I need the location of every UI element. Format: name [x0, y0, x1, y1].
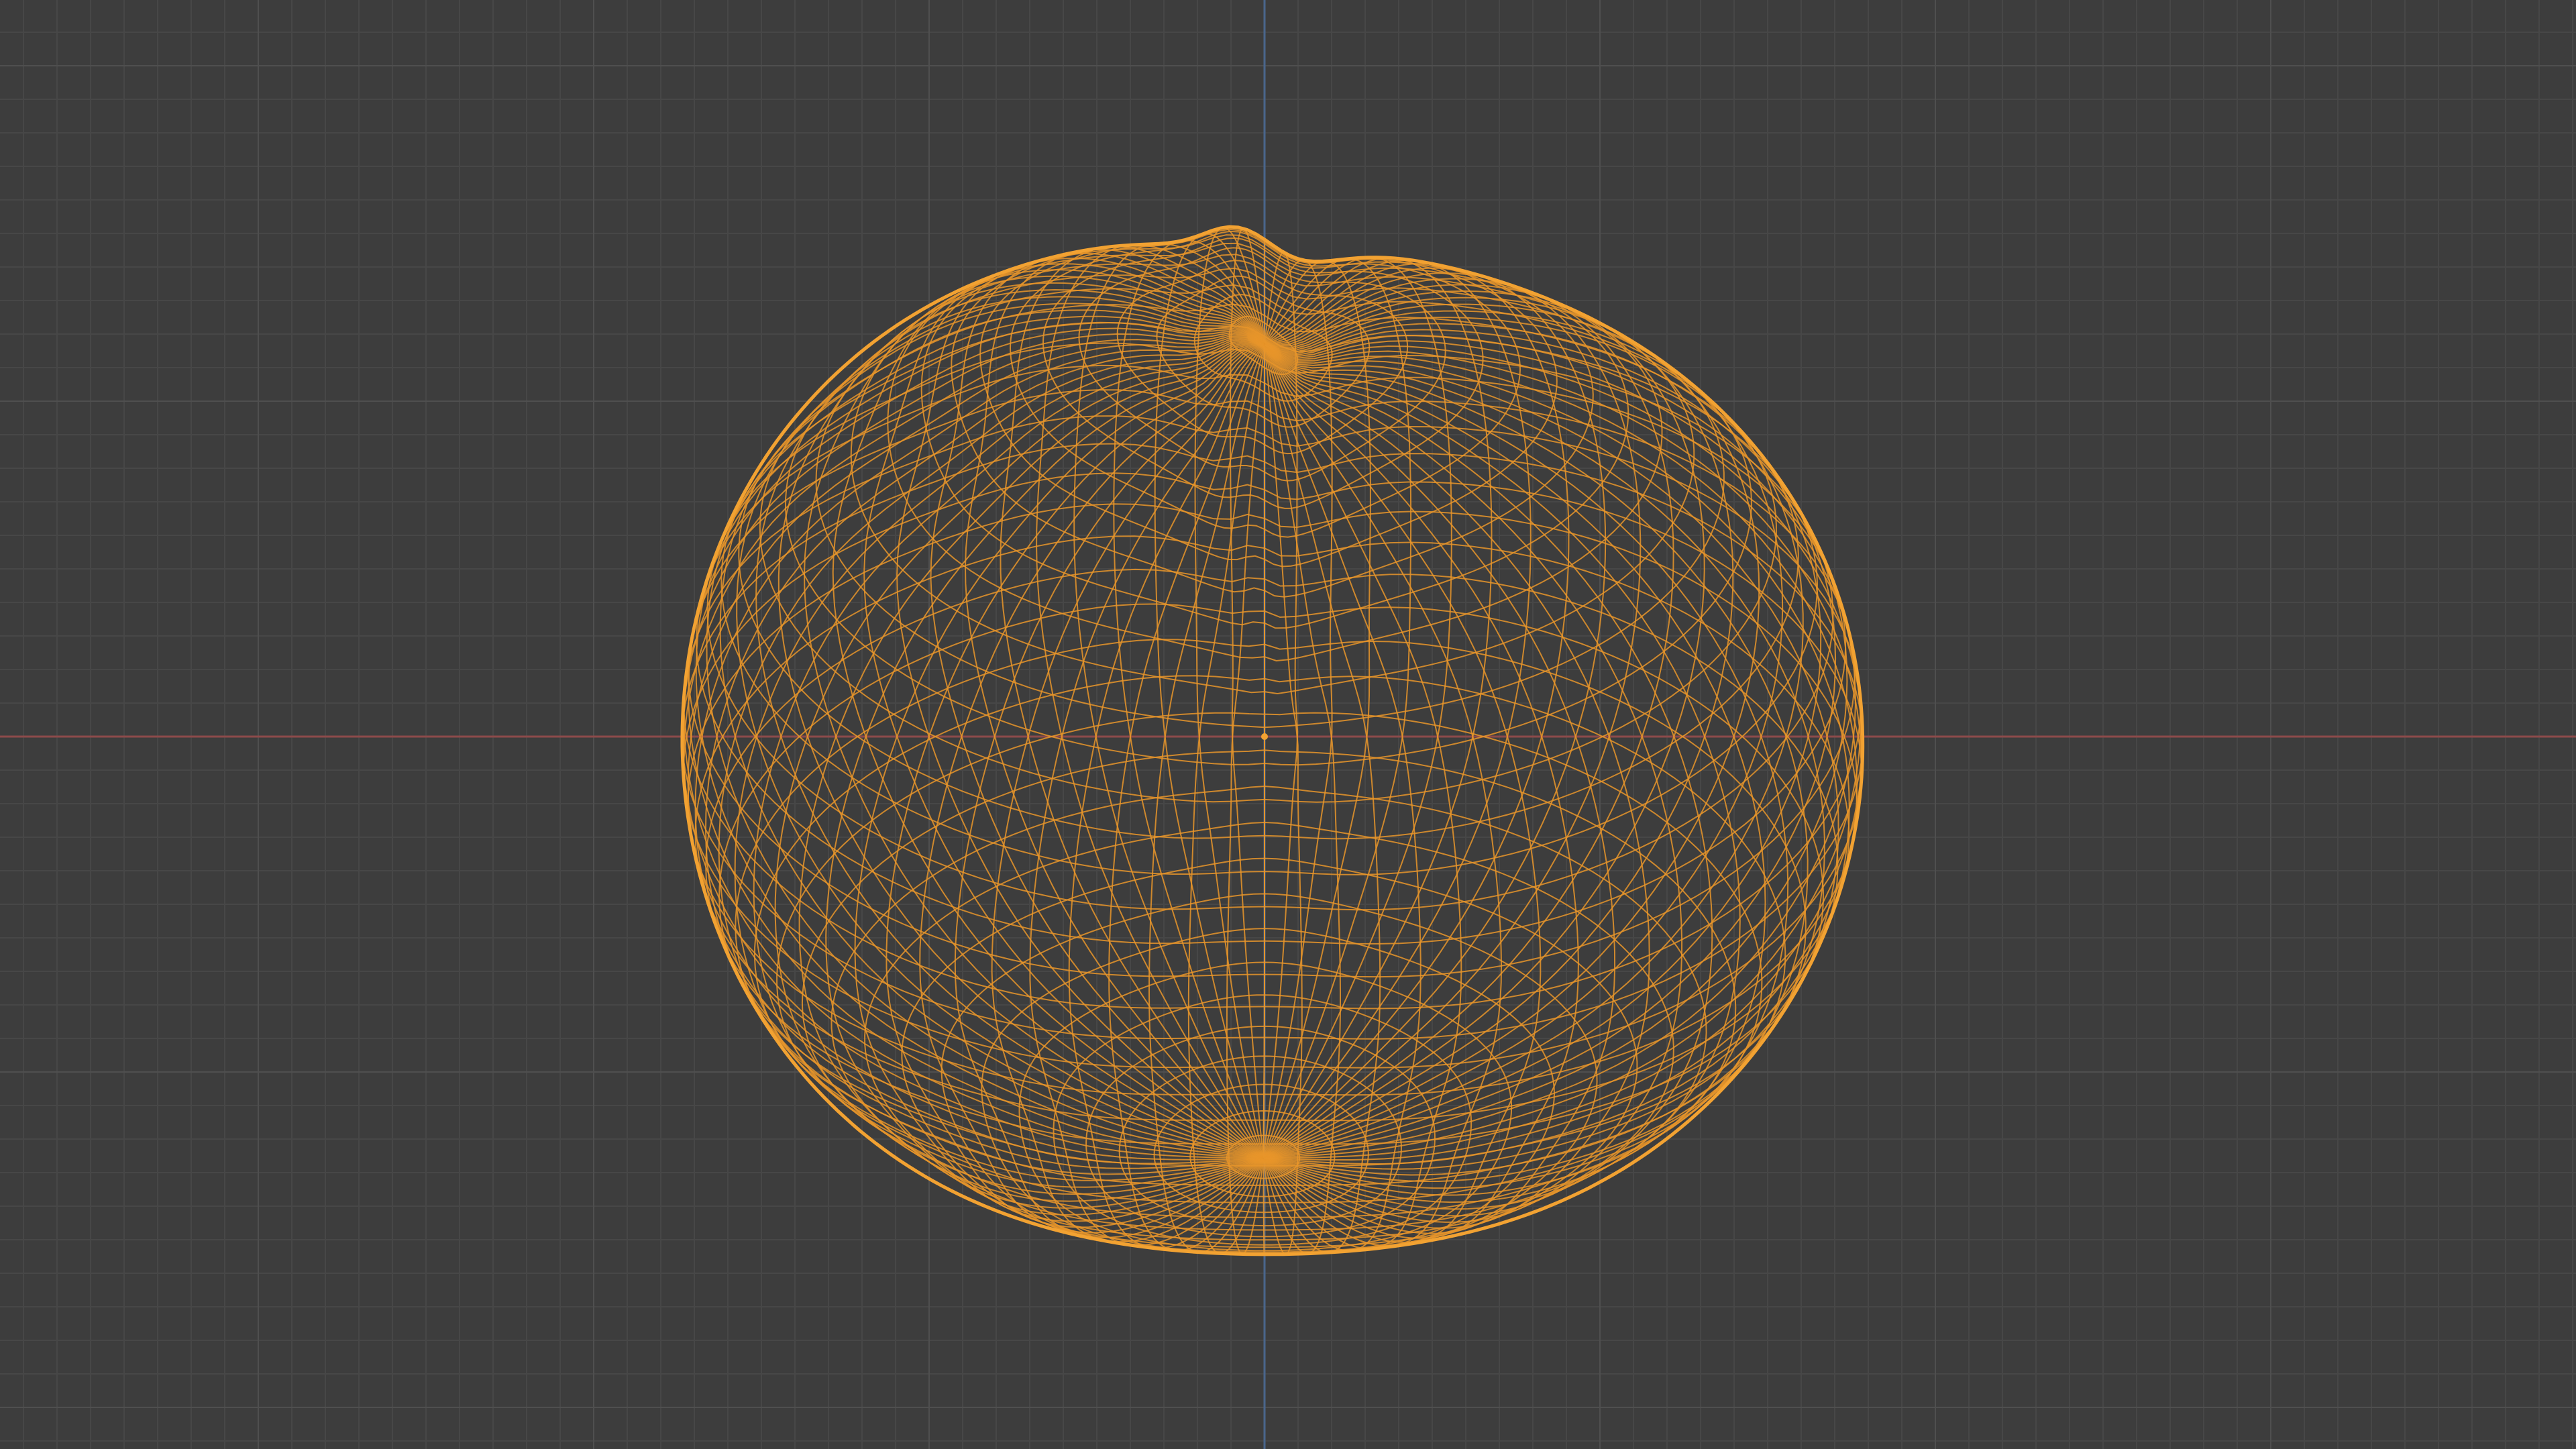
- selected-mesh-object[interactable]: [680, 225, 1865, 1256]
- wire-longitude-meridian: [753, 341, 1265, 1195]
- wire-latitude-ring: [720, 322, 1819, 875]
- wire-latitude-ring: [696, 364, 1847, 945]
- wire-longitude-meridian: [1263, 260, 1371, 1159]
- wire-longitude-meridian: [1000, 246, 1265, 1159]
- 3d-viewport[interactable]: [0, 0, 2576, 1449]
- wire-longitude-meridian: [1263, 340, 1862, 1159]
- wire-longitude-meridian: [919, 343, 1265, 1234]
- object-origin-dot[interactable]: [1261, 733, 1268, 740]
- wire-latitude-ring: [864, 821, 1674, 1248]
- wire-longitude-meridian: [1263, 344, 1341, 1254]
- wire-longitude-meridian: [681, 333, 1265, 1159]
- wire-longitude-meridian: [777, 282, 1265, 1159]
- wire-longitude-meridian: [1263, 303, 1784, 1159]
- viewport-canvas[interactable]: [0, 0, 2576, 1449]
- wire-longitude-meridian: [1263, 272, 1642, 1159]
- wire-latitude-ring: [688, 389, 1856, 978]
- wire-longitude-meridian: [1263, 344, 1381, 1253]
- wire-latitude-ring: [753, 675, 1786, 1203]
